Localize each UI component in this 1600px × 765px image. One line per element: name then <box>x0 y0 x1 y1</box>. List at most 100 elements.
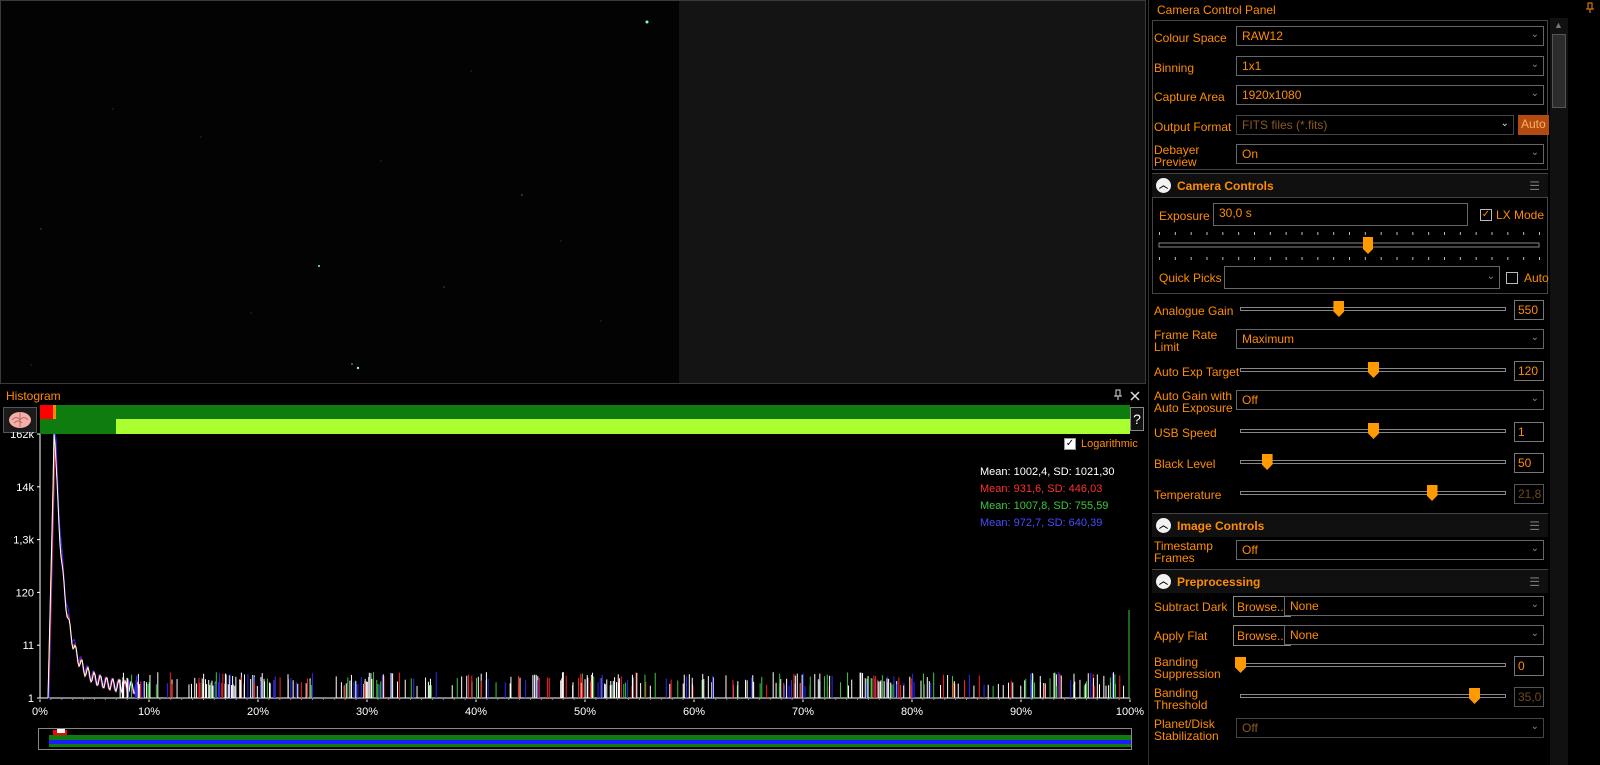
black-level-slider[interactable] <box>1240 460 1506 464</box>
exposure-tick <box>1190 257 1192 260</box>
exposure-tick <box>1254 257 1255 260</box>
exposure-tick <box>1222 232 1224 235</box>
auto-stretch-button[interactable] <box>3 407 37 433</box>
stretch-range-bar-top[interactable] <box>40 405 1130 419</box>
debayer-select[interactable]: On ⌄ <box>1236 144 1544 164</box>
help-button[interactable]: ? <box>1130 407 1144 431</box>
auto-gain-label-line2: Auto Exposure <box>1154 401 1233 415</box>
preprocessing-header[interactable]: ︿ Preprocessing ☰ <box>1152 569 1548 593</box>
brain-icon <box>9 412 31 428</box>
exposure-tick <box>1301 232 1303 235</box>
collapse-icon[interactable]: ︿ <box>1156 178 1171 193</box>
planet-disk-select[interactable]: Off ⌄ <box>1236 718 1544 738</box>
exposure-tick <box>1285 257 1287 260</box>
chevron-down-icon: ⌄ <box>1530 59 1539 70</box>
camera-preview[interactable] <box>0 0 1146 384</box>
quick-picks-auto-toggle[interactable]: Auto <box>1506 271 1549 285</box>
histogram-curve <box>48 433 140 699</box>
auto-checkbox[interactable] <box>1506 272 1518 284</box>
analogue-gain-value[interactable]: 550 <box>1514 300 1544 320</box>
exposure-tick <box>1301 257 1303 260</box>
pin-icon[interactable] <box>1113 389 1123 404</box>
frame-rate-select[interactable]: Maximum ⌄ <box>1236 329 1544 349</box>
collapse-icon[interactable]: ︿ <box>1156 518 1171 533</box>
apply-flat-select[interactable]: None ⌄ <box>1284 625 1544 645</box>
lx-mode-toggle[interactable]: ✓ LX Mode <box>1480 208 1544 222</box>
x-tick-label: 50% <box>574 706 596 718</box>
exposure-tick <box>1459 232 1461 235</box>
hamburger-icon[interactable]: ☰ <box>1529 519 1540 533</box>
white-point-marker[interactable] <box>53 405 56 419</box>
subtract-dark-browse-button[interactable]: Browse... <box>1233 596 1292 617</box>
y-tick-label: 11 <box>23 640 34 652</box>
exposure-tick <box>1523 232 1525 235</box>
stat-red: Mean: 931,6, SD: 446,03 <box>980 483 1103 495</box>
x-tick-label: 90% <box>1010 706 1032 718</box>
y-tick-label: 1,3k <box>13 535 34 547</box>
panel-pin-icon[interactable] <box>1585 2 1595 17</box>
display-range-strip[interactable] <box>38 728 1132 750</box>
banding-suppression-value[interactable]: 0 <box>1514 656 1544 676</box>
chevron-down-icon: ⌄ <box>1500 118 1509 129</box>
exposure-slider[interactable] <box>1154 230 1546 262</box>
lx-mode-checkbox[interactable]: ✓ <box>1480 209 1492 221</box>
colour-space-select[interactable]: RAW12 ⌄ <box>1236 26 1544 46</box>
panel-scrollbar[interactable]: ▲ <box>1550 18 1568 765</box>
black-point-marker[interactable] <box>40 405 53 419</box>
stat-blue: Mean: 972,7, SD: 640,39 <box>980 517 1103 529</box>
output-format-auto-button[interactable]: Auto <box>1518 115 1549 135</box>
auto-label: Auto <box>1524 271 1549 285</box>
exposure-tick <box>1380 257 1382 260</box>
apply-flat-browse-button[interactable]: Browse... <box>1233 625 1292 646</box>
black-level-value[interactable]: 50 <box>1514 453 1544 473</box>
camera-controls-header[interactable]: ︿ Camera Controls ☰ <box>1152 173 1548 197</box>
exposure-label: Exposure <box>1159 209 1210 223</box>
scroll-up-icon[interactable]: ▲ <box>1554 20 1563 30</box>
x-tick-label: 20% <box>247 706 269 718</box>
banding-suppression-slider[interactable] <box>1240 663 1506 667</box>
usb-speed-value[interactable]: 1 <box>1514 422 1544 442</box>
auto-exp-target-value[interactable]: 120 <box>1514 361 1544 381</box>
apply-flat-label: Apply Flat <box>1154 629 1208 643</box>
output-format-select[interactable]: FITS files (*.fits) ⌄ <box>1236 115 1514 135</box>
hamburger-icon[interactable]: ☰ <box>1529 179 1540 193</box>
binning-select[interactable]: 1x1 ⌄ <box>1236 56 1544 76</box>
capture-area-select[interactable]: 1920x1080 ⌄ <box>1236 85 1544 105</box>
image-controls-header[interactable]: ︿ Image Controls ☰ <box>1152 513 1548 537</box>
exposure-tick <box>1159 232 1160 235</box>
chevron-down-icon: ⌄ <box>1530 543 1539 554</box>
debayer-label-line2: Preview <box>1154 155 1197 169</box>
x-tick-label: 60% <box>683 706 705 718</box>
quick-picks-select[interactable]: ⌄ <box>1224 266 1500 289</box>
timestamp-select[interactable]: Off ⌄ <box>1236 540 1544 560</box>
exposure-tick <box>1349 257 1350 260</box>
analogue-gain-slider[interactable] <box>1240 307 1506 311</box>
x-axis: 0% 10% 20% 30% 40% 50% 60% 70% 80% 90% 100% <box>32 697 1144 718</box>
banding-threshold-value: 35,0 <box>1514 687 1544 707</box>
black-level-label: Black Level <box>1154 457 1216 471</box>
exposure-tick <box>1285 232 1287 235</box>
planet-disk-label-line2: Stabilization <box>1154 729 1219 743</box>
exposure-tick <box>1459 257 1461 260</box>
quick-picks-label: Quick Picks <box>1159 271 1222 285</box>
auto-gain-select[interactable]: Off ⌄ <box>1236 390 1544 410</box>
exposure-tick <box>1428 257 1430 260</box>
hamburger-icon[interactable]: ☰ <box>1529 575 1540 589</box>
stat-luminance: Mean: 1002,4, SD: 1021,30 <box>980 466 1115 478</box>
exposure-input[interactable]: 30,0 s <box>1213 203 1468 226</box>
exposure-tick <box>1412 257 1414 260</box>
chevron-down-icon: ⌄ <box>1486 271 1495 282</box>
exposure-tick <box>1269 257 1271 260</box>
histogram-chart: 162k14k1,3k120111 0% 10% 20% 30% 40% 50% 60% 70… <box>10 432 1144 718</box>
binning-label: Binning <box>1154 61 1195 75</box>
exposure-tick <box>1523 257 1525 260</box>
usb-speed-label: USB Speed <box>1154 426 1217 440</box>
scrollbar-thumb[interactable] <box>1552 34 1566 108</box>
histogram-panel: Histogram ? ✓ Logarithmic 162k 14k 1,3k 120… <box>0 388 1146 765</box>
subtract-dark-select[interactable]: None ⌄ <box>1284 596 1544 616</box>
close-icon[interactable] <box>1130 389 1140 404</box>
exposure-slider-thumb <box>1363 237 1373 254</box>
exposure-tick <box>1269 232 1271 235</box>
collapse-icon[interactable]: ︿ <box>1156 574 1171 589</box>
banding-threshold-label-line2: Threshold <box>1154 698 1208 712</box>
